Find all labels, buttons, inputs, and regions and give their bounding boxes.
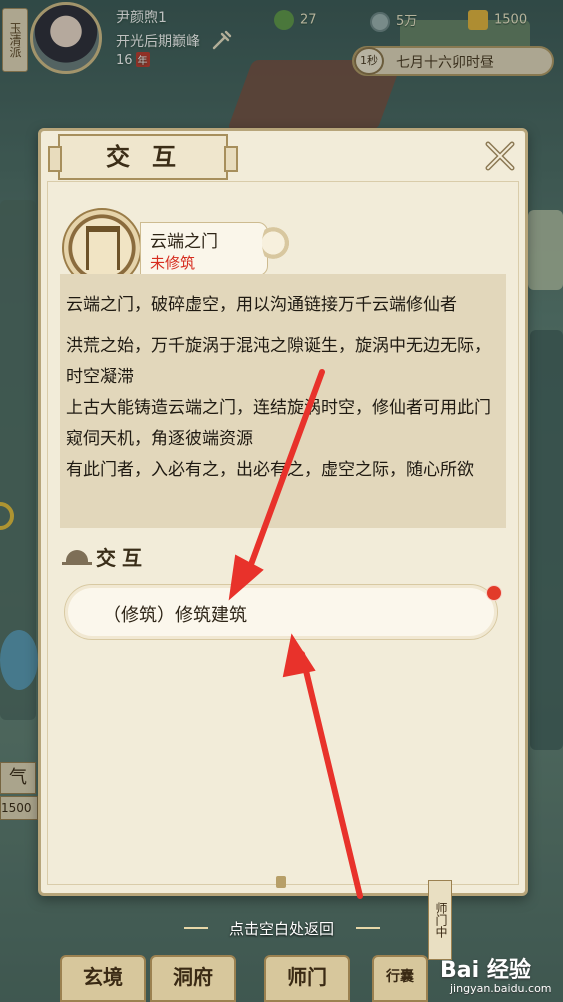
- dialog-title: 交互: [48, 134, 238, 180]
- nav-xingnang[interactable]: 行囊: [372, 955, 428, 1002]
- watermark-sub: jingyan.baidu.com: [450, 982, 552, 995]
- nav-dongfu[interactable]: 洞府: [150, 955, 236, 1002]
- sect-side-tag[interactable]: 师门中: [428, 880, 452, 960]
- dialog-pin-icon: [276, 876, 286, 888]
- nav-shimen[interactable]: 师门: [264, 955, 350, 1002]
- description-paragraph: 洪荒之始，万千旋涡于混沌之隙诞生，旋涡中无边无际，时空凝滞: [66, 336, 491, 387]
- building-name: 云端之门: [150, 232, 218, 252]
- alert-dot-icon: [486, 585, 502, 601]
- action-label: （修筑）修筑建筑: [103, 605, 247, 626]
- description-paragraph: 有此门者，入必有之，出必有之，虚空之际，随心所欲: [66, 460, 474, 480]
- description-paragraph: 上古大能铸造云端之门，连结旋涡时空，修仙者可用此门窥伺天机，角逐彼端资源: [66, 398, 491, 449]
- back-hint[interactable]: 点击空白处返回: [0, 918, 563, 939]
- build-action-button[interactable]: （修筑）修筑建筑: [64, 584, 498, 640]
- cloud-decor-icon: [262, 220, 290, 266]
- nav-xuanjing[interactable]: 玄境: [60, 955, 146, 1002]
- close-button[interactable]: [480, 136, 520, 176]
- description-paragraph: 云端之门，破碎虚空，用以沟通链接万千云端修仙者: [66, 295, 457, 315]
- watermark-main: Bai 经验: [440, 958, 531, 983]
- close-icon: [485, 141, 515, 171]
- building-status: 未修筑: [150, 254, 196, 272]
- interaction-section-title: 交互: [96, 546, 148, 570]
- building-description: 云端之门，破碎虚空，用以沟通链接万千云端修仙者 洪荒之始，万千旋涡于混沌之隙诞生…: [60, 274, 506, 528]
- baidu-watermark: Bai 经验 jingyan.baidu.com: [440, 950, 562, 1002]
